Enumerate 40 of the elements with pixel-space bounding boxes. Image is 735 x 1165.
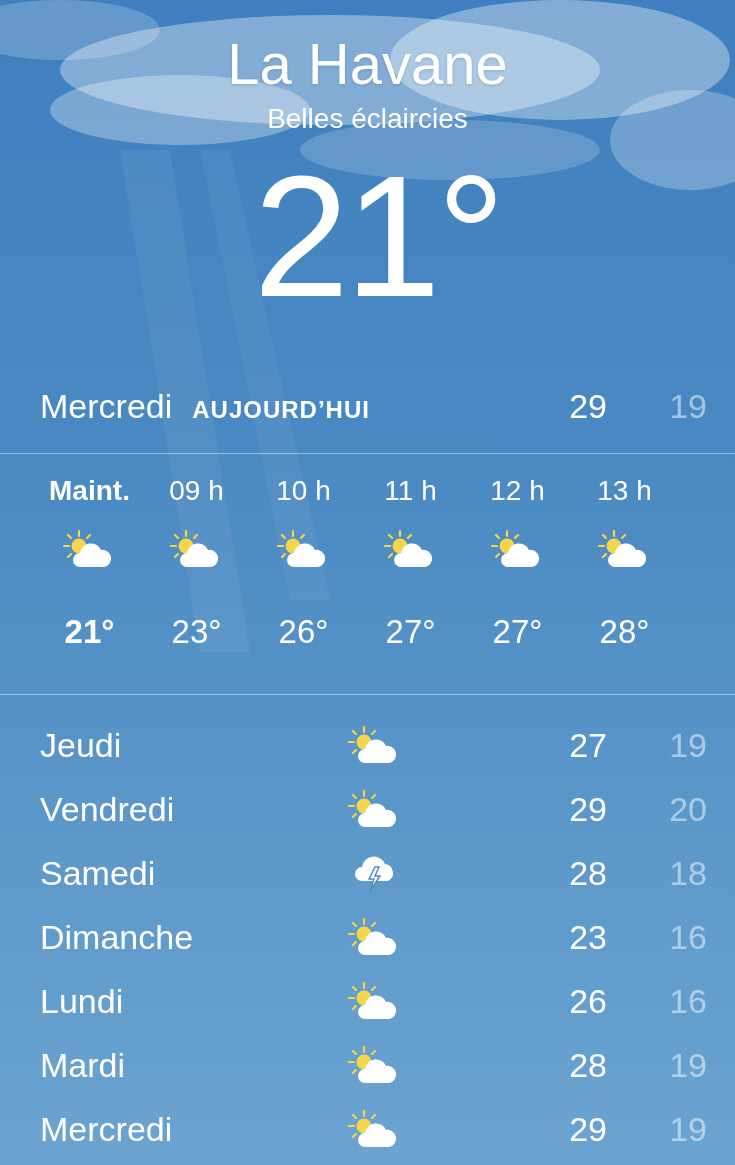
low-temperature: 19 — [668, 1109, 707, 1149]
day-name: Jeudi — [40, 725, 123, 765]
hour-label: Maint. — [49, 474, 130, 508]
low-temperature: 16 — [668, 981, 707, 1021]
hour-temperature: 27° — [492, 612, 543, 652]
day-name: Lundi — [40, 981, 125, 1021]
low-temperature: 19 — [668, 725, 707, 765]
hour-label: 12 h — [490, 474, 545, 508]
high-temperature: 29 — [568, 387, 607, 426]
hour-temperature: 26° — [278, 612, 329, 652]
day-name: Dimanche — [40, 917, 195, 957]
weather-condition: Belles éclaircies — [267, 102, 468, 136]
hour-temperature: 27° — [385, 612, 436, 652]
high-temperature: 23 — [568, 917, 607, 957]
high-temperature: 28 — [568, 1045, 607, 1085]
city-name: La Havane — [227, 30, 508, 98]
today-label: AUJOURD’HUI — [192, 396, 371, 424]
high-temperature: 26 — [568, 981, 607, 1021]
low-temperature: 19 — [668, 1045, 707, 1085]
day-name: Mardi — [40, 1045, 127, 1085]
hour-label: 13 h — [597, 474, 652, 508]
hour-temperature: 28° — [599, 612, 650, 652]
high-temperature: 29 — [568, 789, 607, 829]
day-name: Samedi — [40, 853, 157, 893]
day-name: Vendredi — [40, 789, 176, 829]
high-temperature: 29 — [568, 1109, 607, 1149]
hour-temperature: 21° — [64, 612, 115, 652]
high-temperature: 28 — [568, 853, 607, 893]
low-temperature: 19 — [668, 387, 707, 426]
current-temperature: 21° — [252, 148, 502, 324]
low-temperature: 16 — [668, 917, 707, 957]
low-temperature: 18 — [668, 853, 707, 893]
hour-label: 09 h — [169, 474, 224, 508]
day-name: Mercredi — [40, 387, 173, 426]
hour-label: 10 h — [276, 474, 331, 508]
hour-temperature: 23° — [171, 612, 222, 652]
hour-label: 11 h — [384, 474, 437, 508]
low-temperature: 20 — [668, 789, 707, 829]
day-name: Mercredi — [40, 1109, 174, 1149]
high-temperature: 27 — [568, 725, 607, 765]
